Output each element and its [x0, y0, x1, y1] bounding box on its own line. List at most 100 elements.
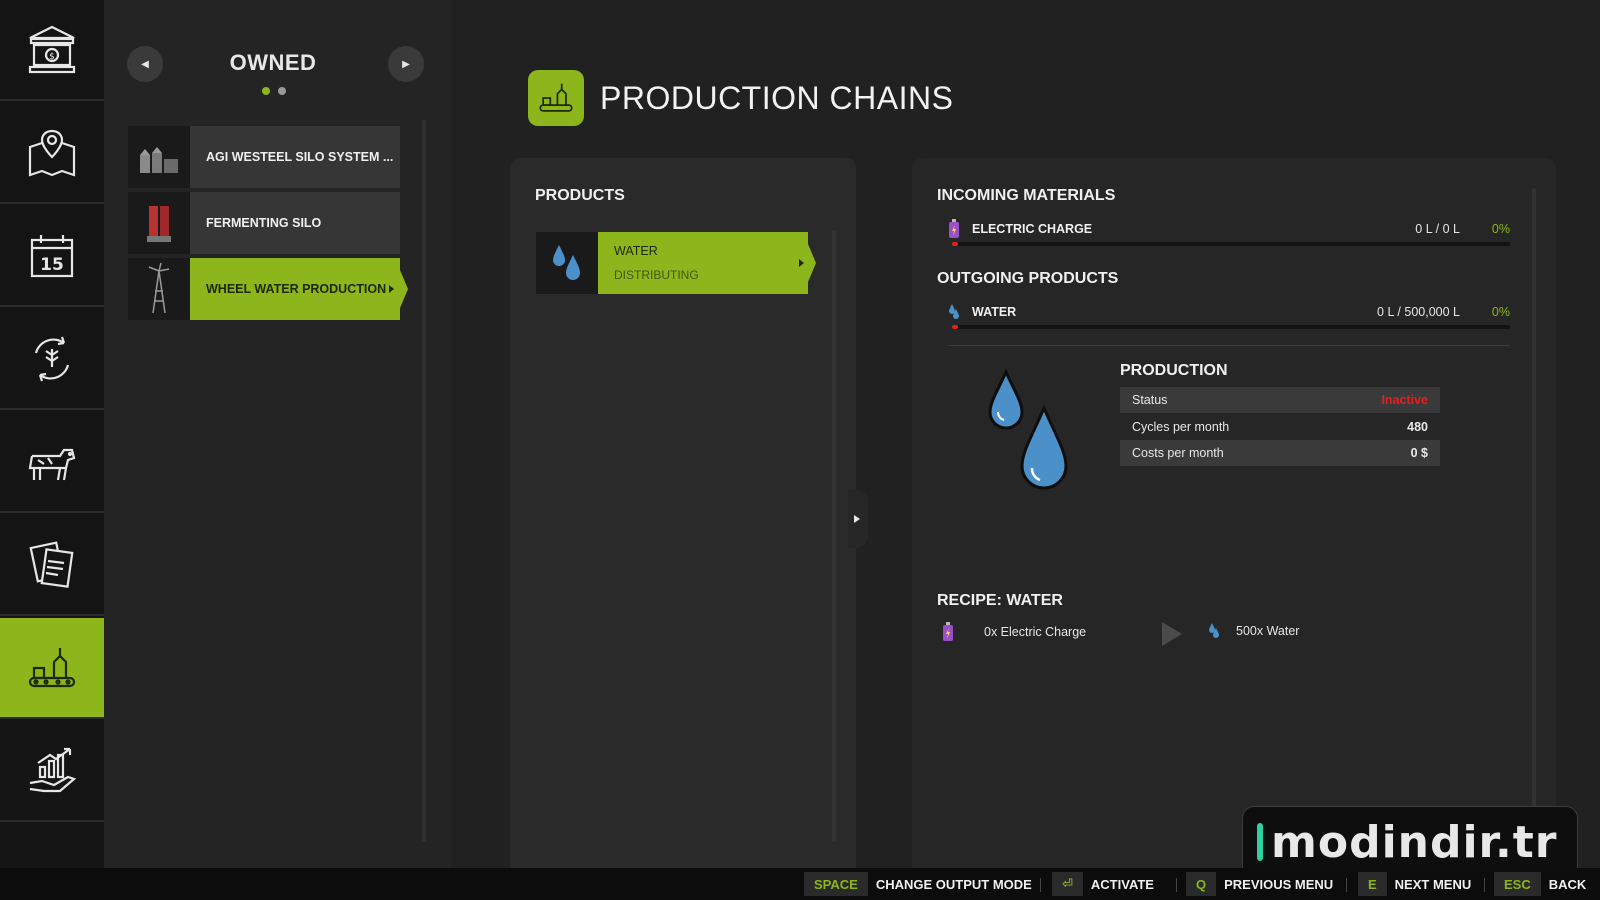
product-status: DISTRIBUTING [614, 268, 699, 282]
incoming-materials-header: INCOMING MATERIALS [937, 187, 1116, 204]
fermenting-silo-icon [128, 192, 190, 254]
hint-key: ESC [1494, 872, 1541, 896]
watermark-accent [1257, 823, 1263, 861]
owned-item-label: FERMENTING SILO [206, 216, 322, 230]
product-amount: 0 L / 500,000 L [1377, 305, 1460, 319]
products-scrollbar[interactable] [832, 230, 836, 842]
main-sidebar: $ 15 [0, 0, 114, 868]
product-item-water[interactable]: WATER DISTRIBUTING [536, 232, 816, 294]
sidebar-item-crop-rotation[interactable] [0, 309, 104, 410]
production-icon [28, 647, 76, 687]
stat-row-cycles: Cycles per month 480 [1120, 414, 1440, 440]
production-header: PRODUCTION [1120, 362, 1228, 379]
contracts-icon [29, 540, 74, 588]
stat-value: 0 $ [1410, 446, 1428, 460]
page-dot-1[interactable] [262, 87, 270, 95]
owned-item-label: AGI WESTEEL SILO SYSTEM ... [206, 150, 394, 164]
sidebar-item-finances[interactable]: $ [0, 0, 104, 101]
hint-change-output-mode[interactable]: SPACE CHANGE OUTPUT MODE [804, 872, 1032, 896]
arrow-right-icon [1162, 622, 1182, 646]
chevron-right-icon [799, 259, 804, 267]
owned-next-button[interactable]: ▶ [388, 46, 424, 82]
incoming-material-row: ELECTRIC CHARGE 0 L / 0 L 0% [948, 218, 1510, 240]
hint-key: SPACE [804, 872, 868, 896]
panel-toggle-tab[interactable] [848, 490, 868, 548]
owned-item-fermenting-silo[interactable]: FERMENTING SILO [128, 192, 400, 254]
watermark-text: modindir.tr [1271, 816, 1558, 868]
sidebar-item-contracts[interactable] [0, 515, 104, 616]
water-drops-icon [988, 368, 1068, 490]
owned-scrollbar[interactable] [422, 120, 426, 842]
recipe-input-label: 0x Electric Charge [984, 625, 1087, 639]
cow-icon [28, 448, 76, 480]
owned-item-wheel-water-production[interactable]: WHEEL WATER PRODUCTION [128, 258, 408, 320]
hint-activate[interactable]: ⏎ ACTIVATE [1052, 872, 1154, 896]
material-name: ELECTRIC CHARGE [972, 222, 1093, 236]
windmill-icon [128, 258, 190, 320]
hint-label: PREVIOUS MENU [1224, 876, 1334, 892]
outgoing-fill-bar [952, 325, 1510, 329]
stat-label: Status [1132, 393, 1168, 407]
sidebar-item-statistics[interactable] [0, 721, 104, 822]
stat-label: Costs per month [1132, 446, 1224, 460]
sidebar-item-map[interactable] [0, 103, 104, 204]
material-percent: 0% [1491, 222, 1510, 236]
water-drops-icon [1209, 623, 1219, 638]
details-panel [912, 158, 1556, 868]
outgoing-product-row: WATER 0 L / 500,000 L 0% [948, 301, 1510, 323]
hint-previous-menu[interactable]: Q PREVIOUS MENU [1186, 872, 1333, 896]
hint-label: CHANGE OUTPUT MODE [875, 876, 1032, 892]
hint-back[interactable]: ESC BACK [1494, 872, 1586, 896]
silo-system-icon [128, 126, 190, 188]
hint-key: Q [1186, 872, 1217, 896]
finance-icon [29, 747, 77, 792]
enter-key-icon: ⏎ [1052, 872, 1083, 896]
page-title: PRODUCTION CHAINS [600, 80, 954, 116]
owned-item-silo-system[interactable]: AGI WESTEEL SILO SYSTEM ... [128, 126, 400, 188]
owned-prev-button[interactable]: ◀ [127, 46, 163, 82]
outgoing-products-header: OUTGOING PRODUCTS [937, 270, 1119, 287]
water-drops-icon [536, 232, 598, 294]
sidebar-item-production[interactable] [0, 618, 114, 719]
chevron-left-icon: ◀ [141, 58, 149, 70]
details-scrollbar[interactable] [1532, 188, 1536, 808]
hint-label: ACTIVATE [1090, 876, 1154, 892]
product-name: WATER [972, 305, 1017, 319]
battery-icon [943, 622, 953, 641]
chevron-right-icon [389, 285, 394, 293]
recipe-input: 0x Electric Charge [942, 622, 1086, 642]
recipe-header: RECIPE: WATER [937, 592, 1063, 609]
map-icon [28, 129, 76, 177]
material-amount: 0 L / 0 L [1415, 222, 1460, 236]
page-indicator [262, 87, 286, 95]
stat-value: Inactive [1381, 393, 1428, 407]
stat-value: 480 [1407, 420, 1428, 434]
hint-key: E [1358, 872, 1387, 896]
svg-text:15: 15 [40, 255, 64, 275]
sidebar-item-calendar[interactable]: 15 [0, 206, 104, 307]
divider [948, 345, 1510, 346]
hint-next-menu[interactable]: E NEXT MENU [1358, 872, 1471, 896]
sidebar-item-animals[interactable] [0, 412, 104, 513]
chevron-right-icon: ▶ [402, 58, 410, 70]
chevron-right-icon [854, 515, 860, 523]
divider [1040, 878, 1041, 892]
stat-row-status: Status Inactive [1120, 387, 1440, 413]
water-drops-icon [949, 304, 959, 319]
hint-label: BACK [1548, 876, 1587, 892]
bank-icon: $ [28, 25, 76, 73]
recipe-output-label: 500x Water [1236, 624, 1300, 638]
cycle-icon [34, 336, 70, 381]
product-percent: 0% [1491, 305, 1510, 319]
products-header: PRODUCTS [535, 187, 625, 204]
svg-text:$: $ [49, 52, 55, 62]
product-name: WATER [614, 244, 658, 258]
production-chains-icon [528, 70, 584, 126]
stat-label: Cycles per month [1132, 420, 1230, 434]
hint-label: NEXT MENU [1394, 876, 1472, 892]
owned-item-label: WHEEL WATER PRODUCTION [206, 282, 387, 296]
page-dot-2[interactable] [278, 87, 286, 95]
calendar-icon: 15 [30, 234, 74, 277]
owned-title: OWNED [229, 50, 317, 75]
sidebar-item-more[interactable] [0, 824, 104, 868]
